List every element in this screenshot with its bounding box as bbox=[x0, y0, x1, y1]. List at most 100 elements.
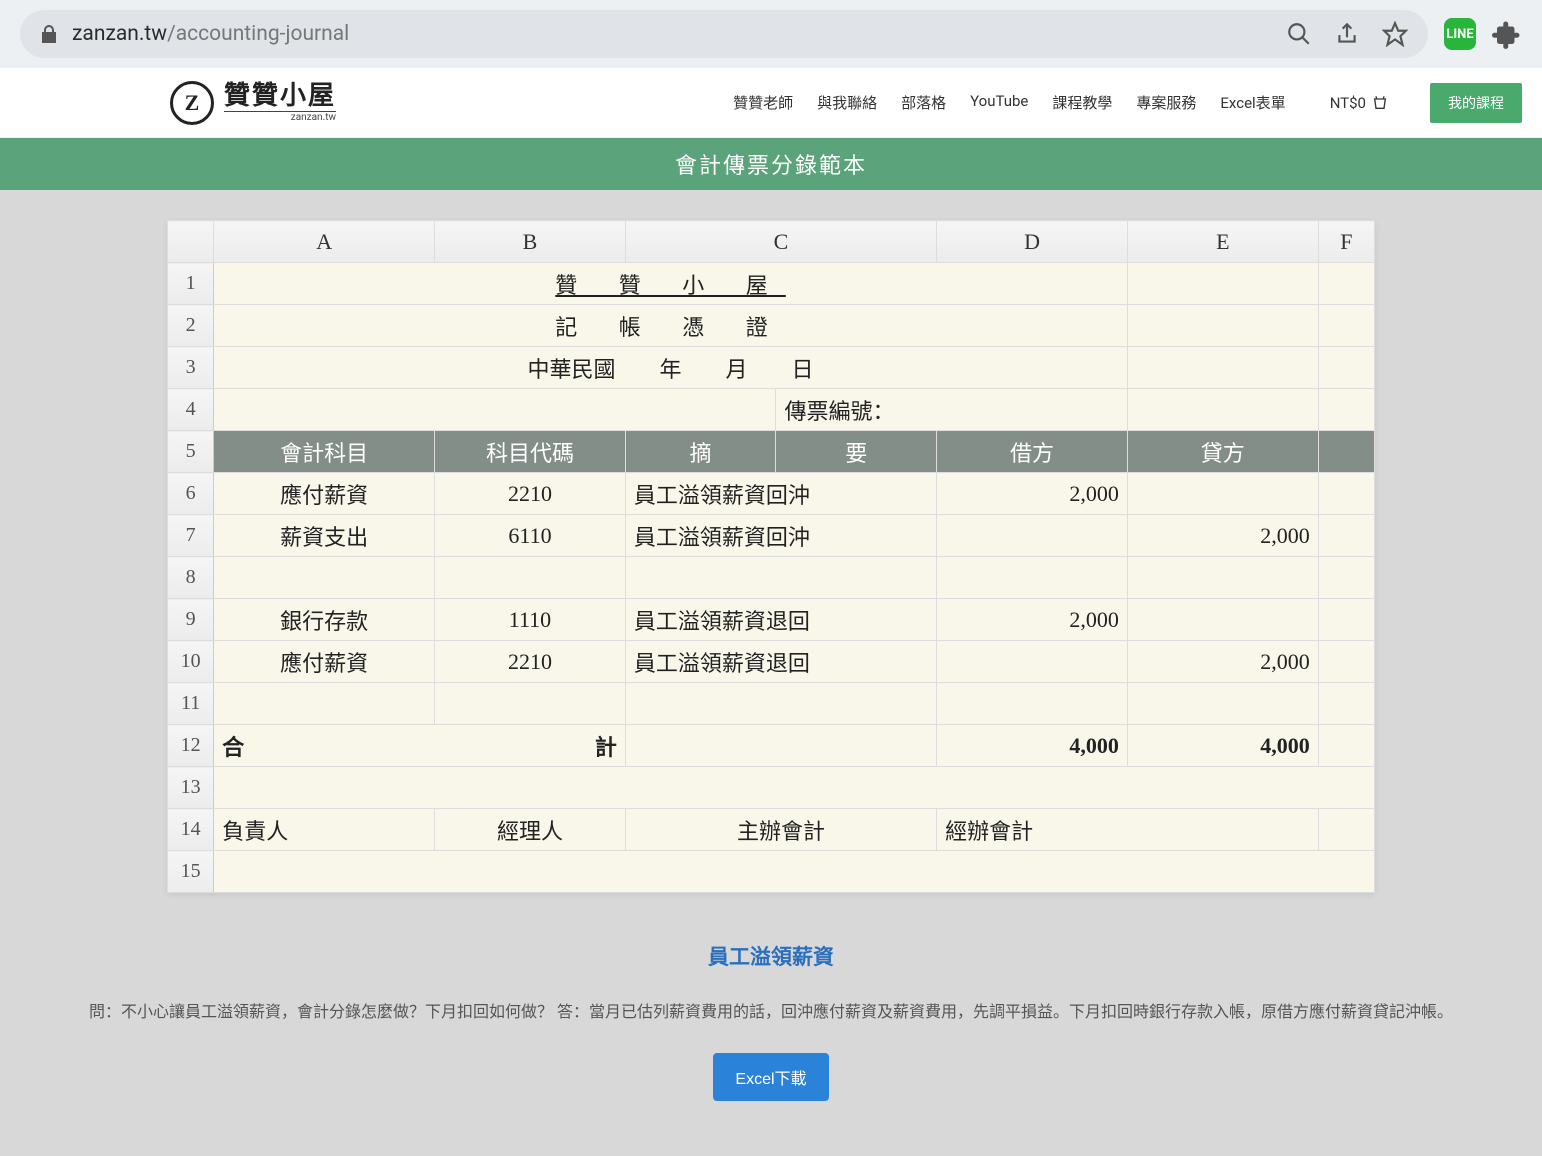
sig-handler-acct: 經辦會計 bbox=[937, 809, 1319, 851]
voucher-subtitle: 記 帳 憑 證 bbox=[214, 305, 1128, 347]
col-header[interactable]: B bbox=[435, 221, 626, 263]
page-title-bar: 會計傳票分錄範本 bbox=[0, 138, 1542, 190]
article-section: 員工溢領薪資 問：不小心讓員工溢領薪資，會計分錄怎麼做？下月扣回如何做？ 答：當… bbox=[0, 893, 1542, 1101]
row-header[interactable]: 10 bbox=[168, 641, 214, 683]
cart-amount: NT$0 bbox=[1330, 94, 1366, 112]
cell-desc[interactable]: 員工溢領薪資回沖 bbox=[625, 515, 936, 557]
cell-code[interactable]: 2210 bbox=[435, 641, 626, 683]
th-desc1: 摘 bbox=[625, 431, 776, 473]
cell-desc[interactable]: 員工溢領薪資退回 bbox=[625, 641, 936, 683]
extensions-icon[interactable] bbox=[1492, 19, 1522, 49]
cart-icon bbox=[1372, 95, 1388, 111]
row-header[interactable]: 8 bbox=[168, 557, 214, 599]
table-row: 9 銀行存款 1110 員工溢領薪資退回 2,000 bbox=[168, 599, 1375, 641]
lock-icon bbox=[40, 24, 58, 44]
nav-item[interactable]: Excel表單 bbox=[1220, 92, 1285, 113]
voucher-title: 贊 贊 小 屋 bbox=[214, 263, 1128, 305]
total-debit: 4,000 bbox=[937, 725, 1128, 767]
article-body: 問：不小心讓員工溢領薪資，會計分錄怎麼做？下月扣回如何做？ 答：當月已估列薪資費… bbox=[60, 999, 1482, 1025]
cell-debit[interactable] bbox=[937, 515, 1128, 557]
cell-credit[interactable] bbox=[1127, 599, 1318, 641]
nav-item[interactable]: 贊贊老師 bbox=[733, 92, 793, 113]
row-header[interactable]: 9 bbox=[168, 599, 214, 641]
cell-debit[interactable]: 2,000 bbox=[937, 473, 1128, 515]
column-header-row: A B C D E F bbox=[168, 221, 1375, 263]
sig-manager: 經理人 bbox=[435, 809, 626, 851]
article-title-link[interactable]: 員工溢領薪資 bbox=[0, 941, 1542, 971]
row-header[interactable]: 11 bbox=[168, 683, 214, 725]
row-header[interactable]: 13 bbox=[168, 767, 214, 809]
logo-icon: Z bbox=[170, 81, 214, 125]
table-row: 8 bbox=[168, 557, 1375, 599]
col-header[interactable]: D bbox=[937, 221, 1128, 263]
cell-desc[interactable]: 員工溢領薪資回沖 bbox=[625, 473, 936, 515]
search-icon[interactable] bbox=[1286, 21, 1312, 47]
cell-code[interactable]: 1110 bbox=[435, 599, 626, 641]
col-header[interactable]: A bbox=[214, 221, 435, 263]
table-row: 6 應付薪資 2210 員工溢領薪資回沖 2,000 bbox=[168, 473, 1375, 515]
row-header[interactable]: 7 bbox=[168, 515, 214, 557]
sig-responsible: 負責人 bbox=[214, 809, 435, 851]
share-icon[interactable] bbox=[1334, 21, 1360, 47]
total-credit: 4,000 bbox=[1127, 725, 1318, 767]
select-all-corner[interactable] bbox=[168, 221, 214, 263]
row-header[interactable]: 14 bbox=[168, 809, 214, 851]
row-header[interactable]: 2 bbox=[168, 305, 214, 347]
star-icon[interactable] bbox=[1382, 21, 1408, 47]
nav-item[interactable]: YouTube bbox=[970, 92, 1028, 113]
site-logo[interactable]: Z 贊贊小屋 zanzan.tw bbox=[170, 81, 336, 125]
sig-chief-acct: 主辦會計 bbox=[625, 809, 936, 851]
row-header[interactable]: 3 bbox=[168, 347, 214, 389]
table-row: 10 應付薪資 2210 員工溢領薪資退回 2,000 bbox=[168, 641, 1375, 683]
table-row: 11 bbox=[168, 683, 1375, 725]
cell-code[interactable]: 6110 bbox=[435, 515, 626, 557]
th-desc2: 要 bbox=[776, 431, 937, 473]
row-header[interactable]: 4 bbox=[168, 389, 214, 431]
th-account: 會計科目 bbox=[214, 431, 435, 473]
cell-code[interactable]: 2210 bbox=[435, 473, 626, 515]
url-text: zanzan.tw/accounting-journal bbox=[72, 22, 1264, 46]
nav-item[interactable]: 專案服務 bbox=[1136, 92, 1196, 113]
cell-debit[interactable]: 2,000 bbox=[937, 599, 1128, 641]
logo-text: 贊贊小屋 zanzan.tw bbox=[224, 83, 336, 123]
cell-credit[interactable]: 2,000 bbox=[1127, 641, 1318, 683]
my-courses-button[interactable]: 我的課程 bbox=[1430, 83, 1522, 123]
cell-account[interactable]: 應付薪資 bbox=[214, 641, 435, 683]
col-header[interactable]: F bbox=[1318, 221, 1374, 263]
table-row: 7 薪資支出 6110 員工溢領薪資回沖 2,000 bbox=[168, 515, 1375, 557]
row-header[interactable]: 12 bbox=[168, 725, 214, 767]
nav-item[interactable]: 課程教學 bbox=[1052, 92, 1112, 113]
col-header[interactable]: C bbox=[625, 221, 936, 263]
cell-account[interactable]: 應付薪資 bbox=[214, 473, 435, 515]
th-credit: 貸方 bbox=[1127, 431, 1318, 473]
cell-credit[interactable] bbox=[1127, 473, 1318, 515]
cell-debit[interactable] bbox=[937, 641, 1128, 683]
nav-item[interactable]: 與我聯絡 bbox=[817, 92, 877, 113]
total-row: 12 合 計 4,000 4,000 bbox=[168, 725, 1375, 767]
cell-account[interactable]: 薪資支出 bbox=[214, 515, 435, 557]
th-debit: 借方 bbox=[937, 431, 1128, 473]
site-header: Z 贊贊小屋 zanzan.tw 贊贊老師 與我聯絡 部落格 YouTube 課… bbox=[0, 68, 1542, 138]
main-nav: 贊贊老師 與我聯絡 部落格 YouTube 課程教學 專案服務 Excel表單 bbox=[733, 92, 1286, 113]
voucher-date: 中華民國 年 月 日 bbox=[214, 347, 1128, 389]
cart[interactable]: NT$0 bbox=[1330, 94, 1388, 112]
spreadsheet: A B C D E F 1 贊 贊 小 屋 2 記 帳 憑 證 3 中華民國 年… bbox=[167, 220, 1375, 893]
nav-item[interactable]: 部落格 bbox=[901, 92, 946, 113]
url-domain: zanzan.tw bbox=[72, 22, 167, 46]
table-header-row: 5 會計科目 科目代碼 摘 要 借方 貸方 bbox=[168, 431, 1375, 473]
row-header[interactable]: 6 bbox=[168, 473, 214, 515]
row-header[interactable]: 5 bbox=[168, 431, 214, 473]
th-code: 科目代碼 bbox=[435, 431, 626, 473]
row-header[interactable]: 15 bbox=[168, 851, 214, 893]
cell-account[interactable]: 銀行存款 bbox=[214, 599, 435, 641]
voucher-number-label: 傳票編號： bbox=[776, 389, 1127, 431]
cell-credit[interactable]: 2,000 bbox=[1127, 515, 1318, 557]
row-header[interactable]: 1 bbox=[168, 263, 214, 305]
excel-download-button[interactable]: Excel下載 bbox=[713, 1053, 828, 1101]
total-label: 合 計 bbox=[214, 725, 626, 767]
col-header[interactable]: E bbox=[1127, 221, 1318, 263]
line-extension-icon[interactable]: LINE bbox=[1444, 18, 1476, 50]
cell-desc[interactable]: 員工溢領薪資退回 bbox=[625, 599, 936, 641]
browser-address-bar: zanzan.tw/accounting-journal LINE bbox=[0, 0, 1542, 68]
url-pill[interactable]: zanzan.tw/accounting-journal bbox=[20, 10, 1428, 58]
